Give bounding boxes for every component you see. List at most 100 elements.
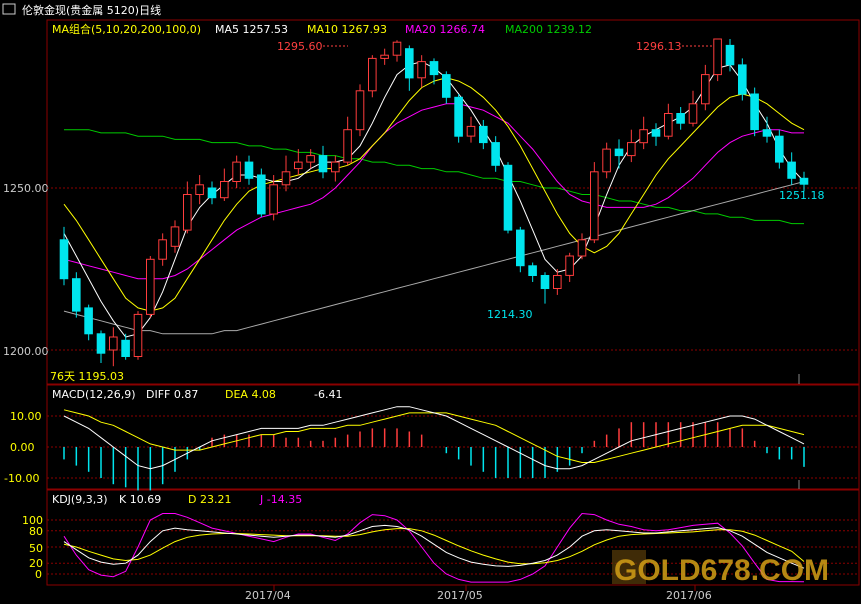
candle-body [799, 177, 809, 185]
candle [442, 71, 451, 104]
candle [355, 84, 365, 137]
price-ytick-1250: 1250.00 [3, 182, 49, 195]
low1-label: 1214.30 [487, 308, 533, 321]
candle-body [429, 61, 439, 76]
candle-body [787, 161, 796, 179]
candle [577, 233, 587, 260]
candle [614, 139, 624, 169]
watermark-text: GOLD678.COM [614, 554, 829, 587]
kdj-label: KDJ(9,3,3) [52, 493, 108, 506]
chart-title: 伦敦金现(贵金属 5120)日线 [22, 3, 161, 17]
candle [84, 304, 93, 341]
kdj-d: D 23.21 [188, 493, 231, 506]
candle-body [244, 161, 254, 179]
last-price-label: 1251.18 [779, 189, 825, 202]
candle-body [676, 113, 685, 124]
kdj-j: J -14.35 [259, 493, 302, 506]
candle [380, 48, 389, 65]
kdj-k: K 10.69 [119, 493, 161, 506]
candle-body [701, 74, 710, 105]
candle-body [466, 125, 476, 137]
candle [713, 38, 722, 82]
title-bar: 伦敦金现(贵金属 5120)日线 [2, 3, 161, 17]
candle [590, 162, 599, 244]
price-ytick-1200: 1200.00 [3, 345, 49, 358]
candle [454, 94, 463, 143]
macd-value: -6.41 [314, 388, 342, 401]
kdj-ytick-80: 80 [29, 525, 43, 538]
candle [762, 116, 772, 143]
candle [553, 269, 562, 295]
candle-body [651, 129, 661, 137]
ma10-legend: MA10 1267.93 [307, 23, 387, 36]
kdj-ytick-50: 50 [29, 542, 43, 555]
candle [540, 272, 550, 304]
candle [232, 155, 241, 188]
candle-body [750, 93, 759, 131]
candle-body [688, 103, 698, 124]
candle-body [331, 161, 340, 173]
candle [109, 327, 118, 367]
window-icon[interactable] [2, 3, 16, 15]
candle [121, 333, 130, 360]
candle-body [639, 129, 648, 144]
candle-body [503, 164, 513, 231]
candle [72, 272, 81, 318]
candle-body [528, 265, 537, 276]
candle [664, 103, 673, 140]
candle-body [121, 339, 130, 357]
candle-body [405, 48, 414, 79]
candle-body [380, 54, 389, 59]
ma5-legend: MA5 1257.53 [215, 23, 288, 36]
candle [479, 119, 488, 150]
candle-body [281, 171, 291, 186]
candle-body [109, 336, 118, 351]
candle-body [392, 41, 402, 56]
candle-body [195, 184, 204, 196]
candle [750, 87, 759, 137]
candle [725, 38, 735, 72]
x-label-apr: 2017/04 [245, 589, 291, 602]
macd-ytick-0: 0.00 [10, 441, 35, 454]
ma200-legend: MA200 1239.12 [505, 23, 592, 36]
candle-body [565, 255, 574, 276]
price-legend: MA组合(5,10,20,200,100,0) MA5 1257.53 MA10… [52, 22, 592, 36]
candle-body [442, 74, 451, 98]
candle [294, 149, 303, 176]
candle-body [96, 333, 106, 354]
candles [59, 38, 809, 367]
ma200-line [64, 129, 804, 225]
x-axis: 2017/04 2017/05 2017/06 [245, 585, 712, 602]
candle [676, 107, 685, 130]
candle-body [355, 90, 365, 131]
ma-legend-label: MA组合(5,10,20,200,100,0) [52, 22, 201, 36]
candle [368, 55, 377, 98]
candle-body [158, 239, 167, 260]
candle [318, 145, 328, 179]
candle [627, 129, 636, 163]
candle-body [220, 181, 229, 199]
candle [516, 226, 525, 273]
candle-body [627, 142, 636, 157]
candle [158, 233, 167, 266]
candle [244, 155, 254, 185]
candle-body [479, 125, 488, 144]
macd-ytick-neg10: -10.00 [4, 472, 39, 485]
candle [491, 136, 500, 172]
candle-body [577, 239, 587, 257]
candle-body [84, 307, 93, 335]
candle [392, 40, 402, 62]
x-label-may: 2017/05 [437, 589, 483, 602]
left-low-label: 76天 1195.03 [50, 370, 124, 383]
candle [738, 58, 747, 101]
candle [602, 142, 611, 179]
candle-body [590, 171, 599, 241]
candle [170, 220, 180, 253]
kdj-ytick-0: 0 [35, 568, 42, 581]
candle-body [417, 61, 426, 79]
candle-body [491, 142, 500, 166]
candle [220, 168, 229, 201]
high1-label: 1295.60 [277, 40, 323, 53]
candle-body [602, 148, 611, 173]
candle [195, 175, 204, 205]
